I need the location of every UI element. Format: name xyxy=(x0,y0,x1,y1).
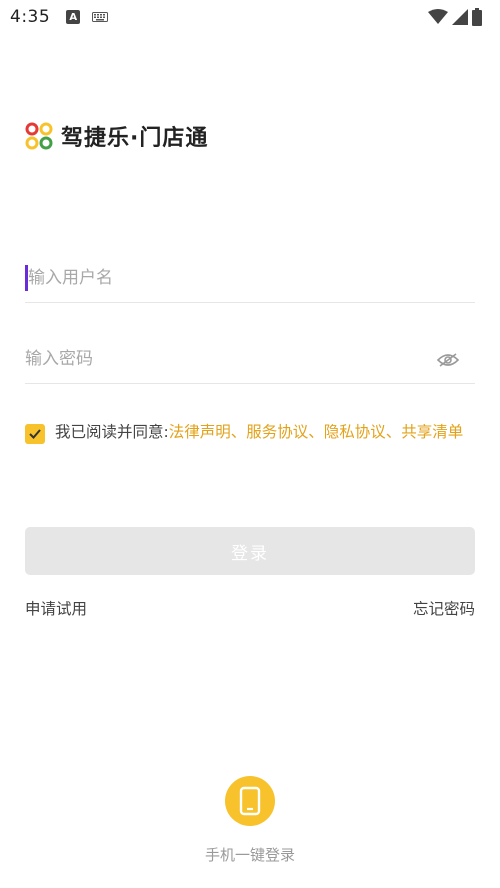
app-a-icon: A xyxy=(66,10,81,24)
agreement-links[interactable]: 法律声明、服务协议、隐私协议、共享清单 xyxy=(169,423,464,441)
agreement-text: 我已阅读并同意:法律声明、服务协议、隐私协议、共享清单 xyxy=(55,420,463,445)
agreement-row: 我已阅读并同意:法律声明、服务协议、隐私协议、共享清单 xyxy=(25,420,475,445)
forgot-password-link[interactable]: 忘记密码 xyxy=(413,597,475,619)
signal-icon xyxy=(452,9,468,25)
logo-dot-2 xyxy=(39,122,53,136)
status-time: 4:35 xyxy=(10,7,51,27)
logo-text: 驾捷乐·门店通 xyxy=(61,126,209,151)
username-input[interactable] xyxy=(25,267,475,288)
text-caret xyxy=(25,265,28,291)
status-left-icons: A xyxy=(66,10,109,24)
apply-trial-link[interactable]: 申请试用 xyxy=(25,597,87,619)
phone-login-label[interactable]: 手机一键登录 xyxy=(205,844,295,865)
agreement-prefix: 我已阅读并同意: xyxy=(55,423,169,441)
phone-icon xyxy=(239,786,261,816)
app-logo: 驾捷乐·门店通 xyxy=(25,120,208,152)
logo-dot-4 xyxy=(39,136,53,150)
eye-icon[interactable] xyxy=(437,352,459,368)
battery-icon xyxy=(472,8,482,26)
wifi-icon xyxy=(428,9,448,24)
password-field[interactable] xyxy=(25,334,475,384)
login-button[interactable]: 登录 xyxy=(25,527,475,575)
phone-login-button[interactable] xyxy=(225,776,275,826)
username-field[interactable] xyxy=(25,253,475,303)
password-input[interactable] xyxy=(25,348,475,369)
agree-checkbox[interactable] xyxy=(25,424,45,444)
keyboard-icon xyxy=(92,12,109,22)
logo-dots-icon xyxy=(25,122,53,150)
phone-login: 手机一键登录 xyxy=(0,776,500,865)
status-bar: 4:35 A xyxy=(0,0,500,34)
logo-dot-3 xyxy=(25,136,39,150)
logo-dot-1 xyxy=(25,122,39,136)
status-right-icons xyxy=(428,8,482,26)
auxiliary-links: 申请试用 忘记密码 xyxy=(25,597,475,619)
check-icon xyxy=(29,429,41,439)
